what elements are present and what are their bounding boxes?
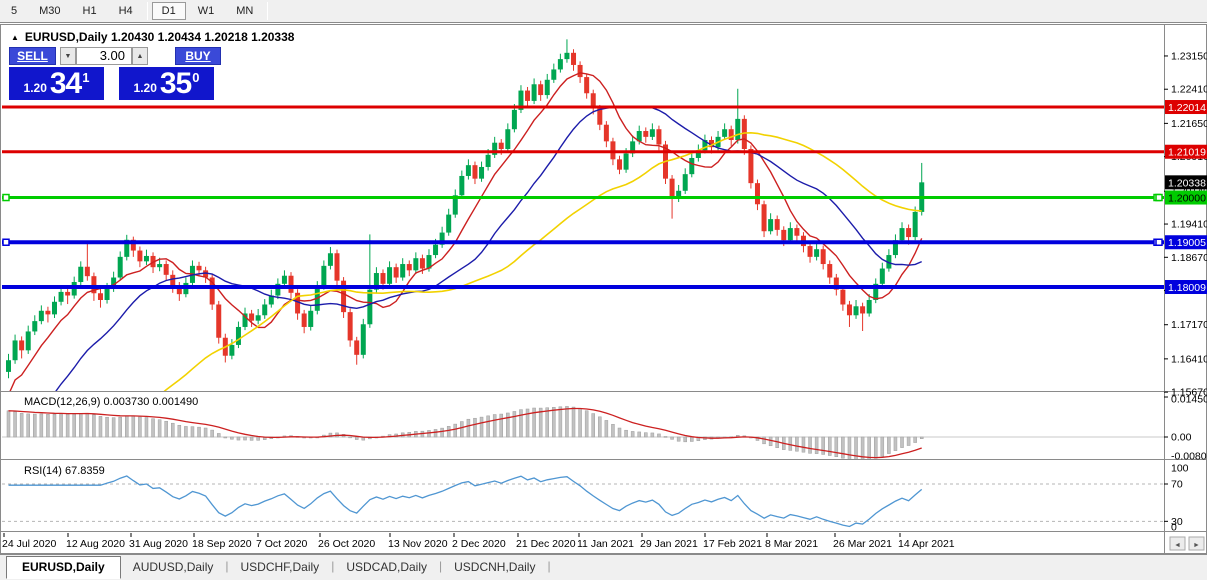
sell-price-big: 34 <box>50 69 81 99</box>
buy-price-big: 35 <box>160 69 191 99</box>
mt4-window: 5M30H1H4 D1W1MN ▲ EURUSD,Daily 1.20430 1.2… <box>0 0 1207 580</box>
timeframe-button-mn[interactable]: MN <box>226 3 263 19</box>
one-click-trade-panel: SELL ▼ 3.00 ▲ BUY 1.20 34 1 1.20 35 0 <box>9 47 221 125</box>
sell-price-display[interactable]: 1.20 34 1 <box>9 67 104 100</box>
chart-tab-eurusd[interactable]: EURUSD,Daily <box>6 556 121 579</box>
timeframe-button-d1[interactable]: D1 <box>152 2 186 20</box>
volume-decrease-button[interactable]: ▼ <box>60 47 76 65</box>
chart-tab-usdchf[interactable]: USDCHF,Daily <box>229 556 332 574</box>
sell-price-small: 1.20 <box>24 81 47 95</box>
timeframe-button-h1[interactable]: H1 <box>73 3 107 19</box>
buy-price-small: 1.20 <box>134 81 157 95</box>
chart-title: ▲ EURUSD,Daily 1.20430 1.20434 1.20218 1.… <box>11 30 294 44</box>
chart-tab-audusd[interactable]: AUDUSD,Daily <box>121 556 226 574</box>
volume-input[interactable]: 3.00 <box>76 47 132 65</box>
buy-button[interactable]: BUY <box>175 47 221 65</box>
sell-button[interactable]: SELL <box>9 47 56 65</box>
timeframe-toolbar: 5M30H1H4 D1W1MN <box>0 0 1207 23</box>
timeframe-button-m30[interactable]: M30 <box>29 3 70 19</box>
toolbar-divider <box>267 2 268 20</box>
volume-increase-button[interactable]: ▲ <box>132 47 148 65</box>
collapse-triangle-icon[interactable]: ▲ <box>11 33 19 42</box>
tab-separator: | <box>547 559 550 573</box>
chart-window: ▲ EURUSD,Daily 1.20430 1.20434 1.20218 1.… <box>0 24 1207 554</box>
chart-title-text: EURUSD,Daily 1.20430 1.20434 1.20218 1.2… <box>25 30 295 44</box>
chart-tab-usdcnh[interactable]: USDCNH,Daily <box>442 556 547 574</box>
buy-price-display[interactable]: 1.20 35 0 <box>119 67 214 100</box>
toolbar-divider <box>147 2 148 20</box>
sell-price-sup: 1 <box>82 70 89 85</box>
timeframe-button-w1[interactable]: W1 <box>188 3 225 19</box>
chart-tab-bar: EURUSD,DailyAUDUSD,Daily|USDCHF,Daily|US… <box>0 554 1207 580</box>
buy-price-sup: 0 <box>192 70 199 85</box>
chart-tab-usdcad[interactable]: USDCAD,Daily <box>334 556 439 574</box>
timeframe-button-h4[interactable]: H4 <box>109 3 143 19</box>
timeframe-button-5[interactable]: 5 <box>1 3 27 19</box>
